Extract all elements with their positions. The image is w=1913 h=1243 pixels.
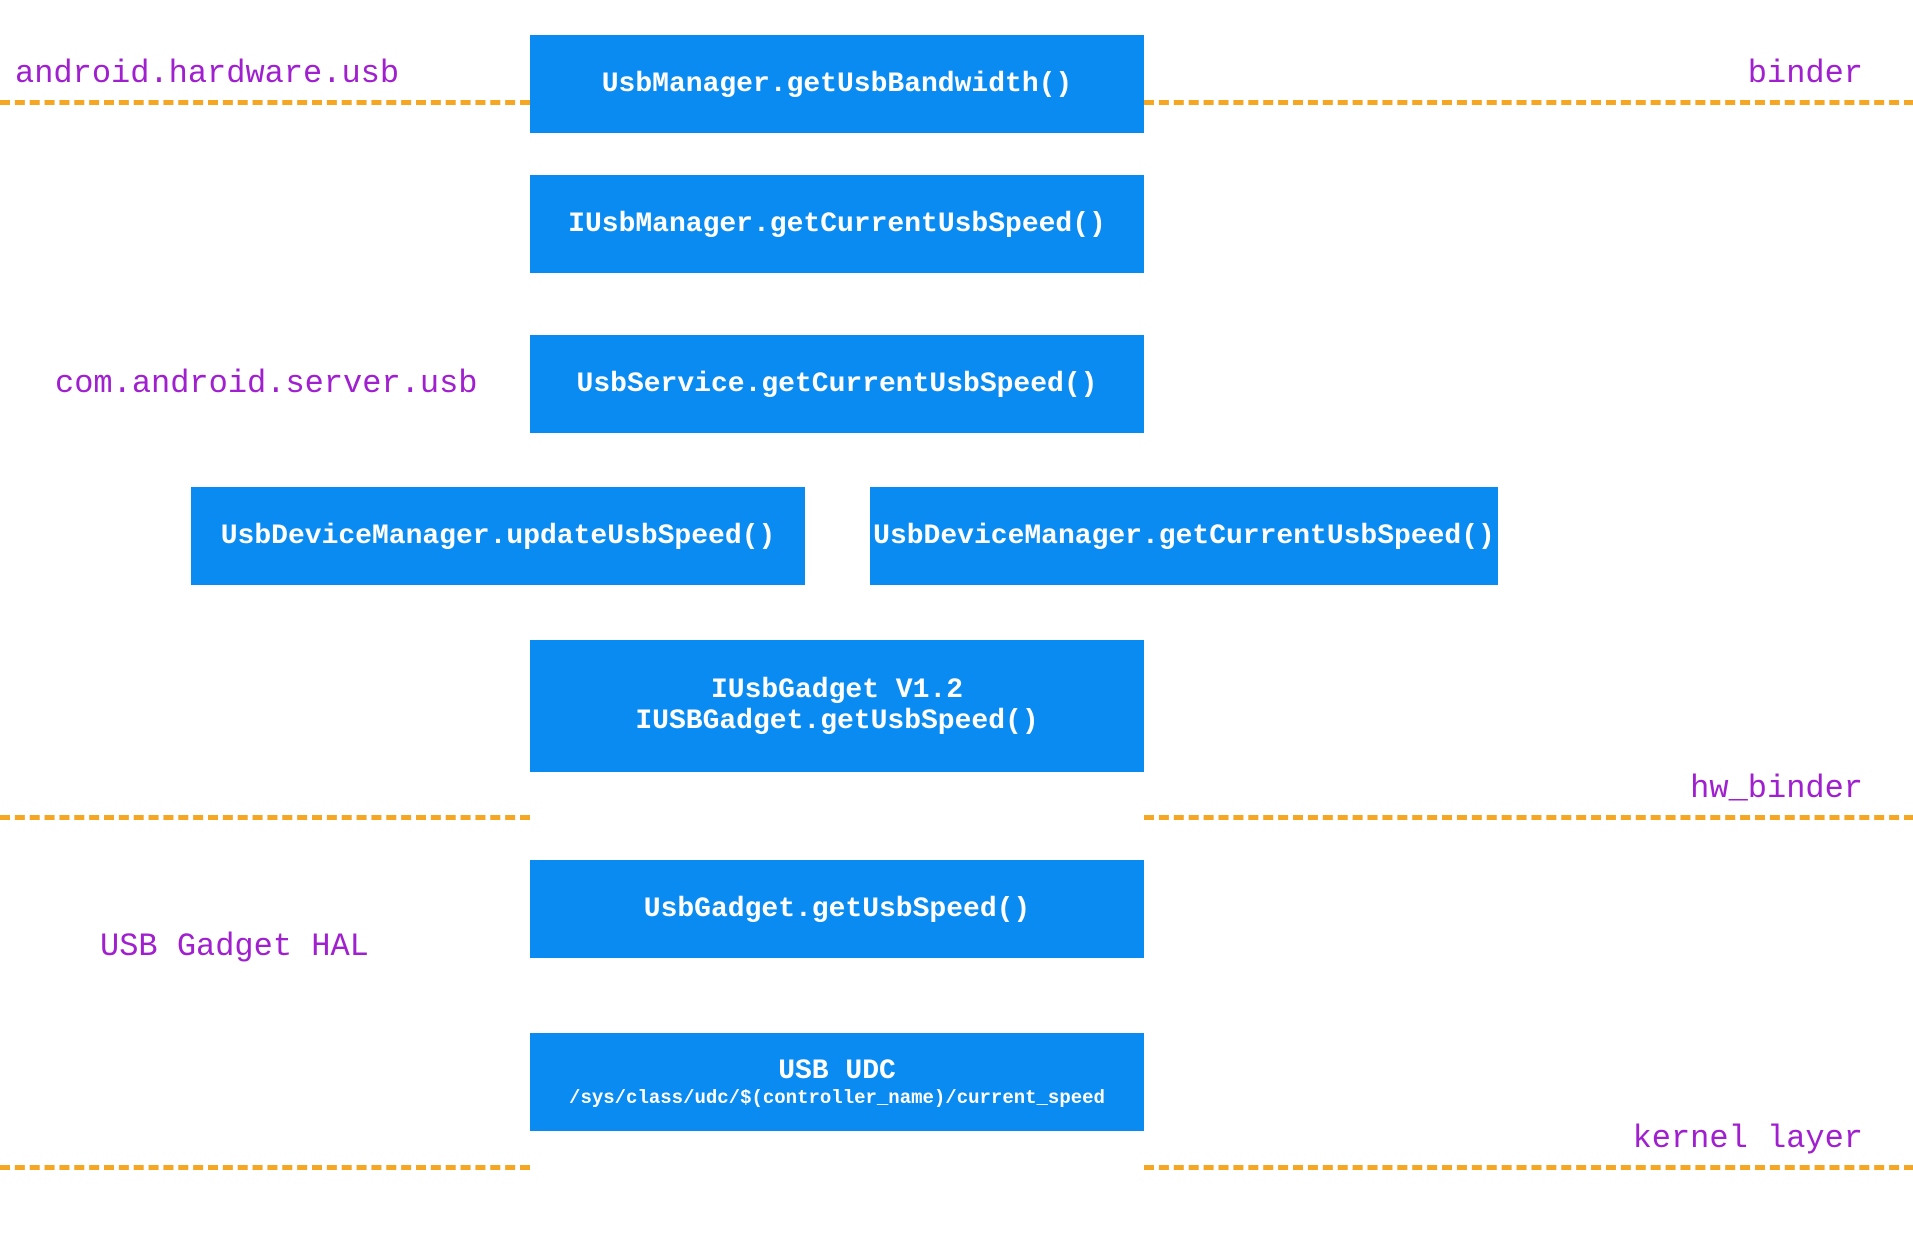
box-usbservice-getcurrentusbspeed: UsbService.getCurrentUsbSpeed() [530, 335, 1144, 433]
layer-kernel: kernel layer [1633, 1120, 1863, 1157]
box-text: UsbGadget.getUsbSpeed() [644, 894, 1030, 925]
box-text: IUsbManager.getCurrentUsbSpeed() [568, 209, 1106, 240]
box-subtext: /sys/class/udc/$(controller_name)/curren… [569, 1087, 1105, 1109]
box-text: UsbDeviceManager.updateUsbSpeed() [221, 521, 776, 552]
package-usb-gadget-hal: USB Gadget HAL [100, 928, 369, 965]
kernel-line-right [1144, 1165, 1913, 1170]
box-text-line1: IUsbGadget V1.2 [711, 675, 963, 706]
box-usbdevicemanager-updateusbspeed: UsbDeviceManager.updateUsbSpeed() [191, 487, 805, 585]
box-text: UsbDeviceManager.getCurrentUsbSpeed() [873, 521, 1495, 552]
box-text-title: USB UDC [778, 1056, 896, 1087]
layer-hw-binder: hw_binder [1690, 770, 1863, 807]
binder-line-right [1144, 100, 1913, 105]
box-usb-udc: USB UDC /sys/class/udc/$(controller_name… [530, 1033, 1144, 1131]
kernel-line-left [0, 1165, 530, 1170]
box-text-line2: IUSBGadget.getUsbSpeed() [635, 706, 1038, 737]
hw-binder-line-left [0, 815, 530, 820]
box-usbmanager-getusbbandwidth: UsbManager.getUsbBandwidth() [530, 35, 1144, 133]
layer-binder: binder [1748, 55, 1863, 92]
box-usbgadget-getusbspeed: UsbGadget.getUsbSpeed() [530, 860, 1144, 958]
binder-line-left [0, 100, 530, 105]
package-android-hardware-usb: android.hardware.usb [15, 55, 399, 92]
box-iusbmanager-getcurrentusbspeed: IUsbManager.getCurrentUsbSpeed() [530, 175, 1144, 273]
hw-binder-line-right [1144, 815, 1913, 820]
box-text: UsbManager.getUsbBandwidth() [602, 69, 1072, 100]
box-iusbgadget-v12: IUsbGadget V1.2 IUSBGadget.getUsbSpeed() [530, 640, 1144, 772]
box-usbdevicemanager-getcurrentusbspeed: UsbDeviceManager.getCurrentUsbSpeed() [870, 487, 1498, 585]
package-com-android-server-usb: com.android.server.usb [55, 365, 477, 402]
box-text: UsbService.getCurrentUsbSpeed() [577, 369, 1098, 400]
